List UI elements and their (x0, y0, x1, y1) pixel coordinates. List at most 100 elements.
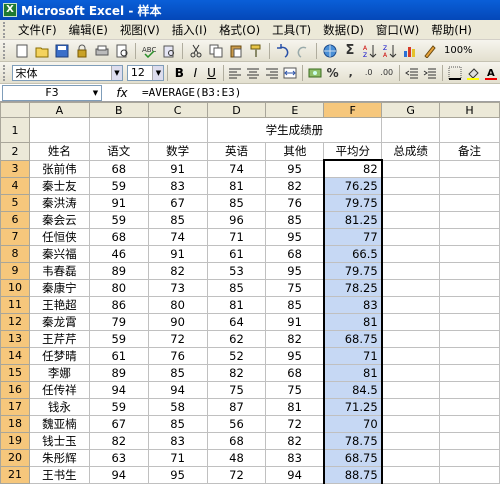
cut-icon[interactable] (188, 43, 204, 59)
score-cell[interactable]: 76 (265, 193, 325, 212)
score-cell[interactable]: 82 (206, 363, 267, 382)
spelling-icon[interactable]: ABC (141, 43, 157, 59)
column-header[interactable]: F (323, 102, 383, 118)
score-cell[interactable]: 89 (88, 363, 149, 382)
excel-icon[interactable]: X (3, 3, 17, 17)
row-header[interactable]: 16 (0, 380, 30, 399)
cell[interactable] (439, 159, 500, 178)
row-header[interactable]: 2 (0, 142, 30, 161)
score-cell[interactable]: 81 (206, 295, 267, 314)
header-cell[interactable]: 姓名 (28, 142, 90, 161)
chart-icon[interactable] (402, 43, 418, 59)
score-cell[interactable]: 67 (147, 193, 208, 212)
cell[interactable] (381, 397, 441, 416)
name-cell[interactable]: 朱彤辉 (28, 448, 90, 467)
score-cell[interactable]: 94 (88, 380, 149, 399)
cell[interactable] (381, 244, 441, 263)
score-cell[interactable]: 75 (265, 278, 325, 297)
sort-ascending-icon[interactable]: AZ (362, 43, 378, 59)
score-cell[interactable]: 48 (206, 448, 267, 467)
decrease-indent-icon[interactable] (404, 65, 419, 81)
cell[interactable] (439, 363, 500, 382)
row-header[interactable]: 9 (0, 261, 30, 280)
select-all-corner[interactable] (0, 102, 30, 118)
average-cell[interactable]: 84.5 (322, 380, 383, 399)
score-cell[interactable]: 85 (265, 295, 325, 314)
average-cell[interactable]: 68.75 (322, 329, 383, 348)
row-header[interactable]: 13 (0, 329, 30, 348)
name-cell[interactable]: 任梦晴 (28, 346, 90, 365)
cell[interactable] (381, 295, 441, 314)
score-cell[interactable]: 68 (88, 227, 149, 246)
name-box[interactable]: F3 ▼ (2, 84, 102, 101)
cell[interactable] (147, 117, 208, 143)
cell[interactable] (439, 312, 500, 331)
cell[interactable] (381, 431, 441, 450)
row-header[interactable]: 20 (0, 448, 30, 467)
name-cell[interactable]: 秦兴福 (28, 244, 90, 263)
score-cell[interactable]: 46 (88, 244, 149, 263)
score-cell[interactable]: 82 (265, 176, 325, 195)
research-icon[interactable] (161, 43, 177, 59)
score-cell[interactable]: 96 (206, 210, 267, 229)
score-cell[interactable]: 59 (88, 397, 149, 416)
row-header[interactable]: 7 (0, 227, 30, 246)
cell[interactable] (381, 278, 441, 297)
name-cell[interactable]: 王芹芹 (28, 329, 90, 348)
cell[interactable] (381, 159, 441, 178)
score-cell[interactable]: 72 (147, 329, 208, 348)
average-cell[interactable]: 81 (322, 312, 383, 331)
percent-icon[interactable]: % (326, 65, 340, 81)
format-painter-icon[interactable] (248, 43, 264, 59)
cell[interactable] (439, 465, 500, 484)
average-cell[interactable]: 71 (322, 346, 383, 365)
name-cell[interactable]: 张前伟 (28, 159, 90, 178)
cell[interactable] (381, 448, 441, 467)
name-cell[interactable]: 任传祥 (28, 380, 90, 399)
toolbar-grip[interactable] (3, 42, 9, 59)
column-header[interactable]: B (88, 102, 149, 118)
cell[interactable] (381, 193, 441, 212)
cell[interactable] (381, 227, 441, 246)
name-cell[interactable]: 王书生 (28, 465, 90, 484)
cell[interactable] (88, 117, 149, 143)
menu-window[interactable]: 窗口(W) (370, 22, 425, 38)
score-cell[interactable]: 85 (147, 363, 208, 382)
average-cell[interactable]: 77 (322, 227, 383, 246)
new-icon[interactable] (14, 43, 30, 59)
score-cell[interactable]: 67 (88, 414, 149, 433)
score-cell[interactable]: 82 (265, 431, 325, 450)
copy-icon[interactable] (208, 43, 224, 59)
cell[interactable] (28, 117, 90, 143)
score-cell[interactable]: 80 (88, 278, 149, 297)
menu-view[interactable]: 视图(V) (114, 22, 166, 38)
comma-style-icon[interactable]: , (344, 65, 358, 81)
chevron-down-icon[interactable]: ▼ (152, 65, 164, 80)
formula-input[interactable]: =AVERAGE(B3:E3) (142, 86, 241, 99)
average-cell[interactable]: 70 (322, 414, 383, 433)
header-cell[interactable]: 其他 (265, 142, 325, 161)
name-cell[interactable]: 魏亚楠 (28, 414, 90, 433)
score-cell[interactable]: 85 (265, 210, 325, 229)
name-cell[interactable]: 韦春磊 (28, 261, 90, 280)
cell[interactable] (381, 210, 441, 229)
score-cell[interactable]: 72 (206, 465, 267, 484)
name-cell[interactable]: 秦龙霄 (28, 312, 90, 331)
paste-icon[interactable] (228, 43, 244, 59)
toolbar-grip[interactable] (3, 21, 9, 38)
score-cell[interactable]: 85 (147, 210, 208, 229)
menu-edit[interactable]: 编辑(E) (63, 22, 114, 38)
print-icon[interactable] (94, 43, 110, 59)
font-name-box[interactable]: 宋体 ▼ (11, 64, 123, 81)
score-cell[interactable]: 82 (265, 329, 325, 348)
score-cell[interactable]: 74 (206, 159, 267, 178)
sort-descending-icon[interactable]: ZA (382, 43, 398, 59)
score-cell[interactable]: 79 (88, 312, 149, 331)
font-size-box[interactable]: 12 ▼ (126, 64, 165, 81)
average-cell[interactable]: 78.25 (322, 278, 383, 297)
insert-function-icon[interactable]: fx (102, 86, 142, 100)
score-cell[interactable]: 83 (147, 176, 208, 195)
cell[interactable] (381, 176, 441, 195)
average-cell[interactable]: 78.75 (322, 431, 383, 450)
score-cell[interactable]: 68 (265, 244, 325, 263)
